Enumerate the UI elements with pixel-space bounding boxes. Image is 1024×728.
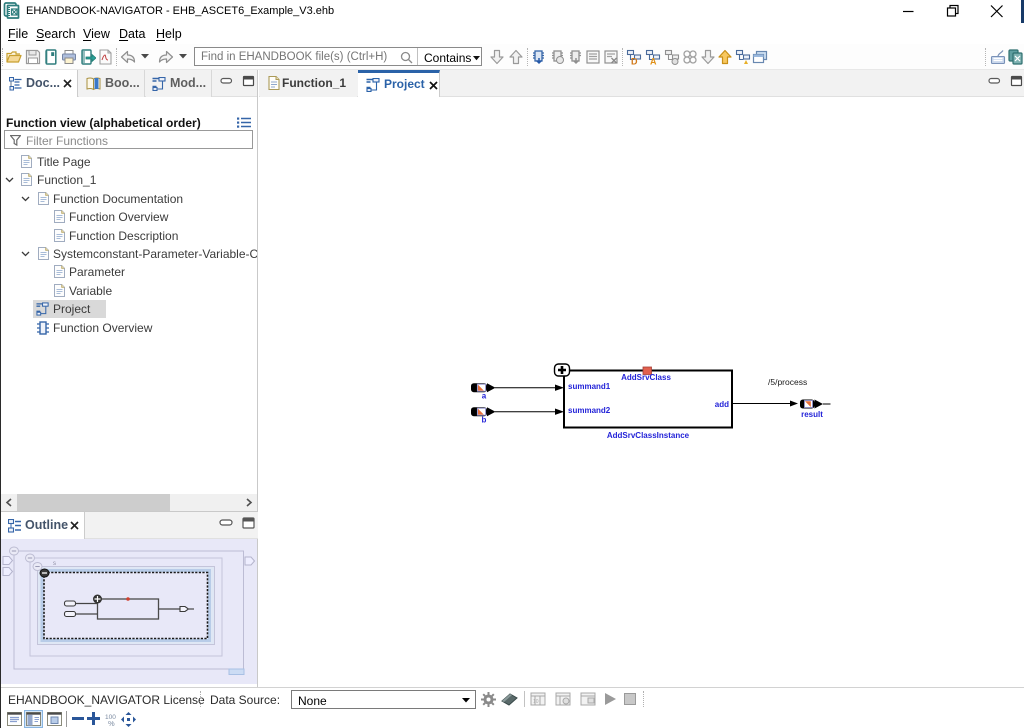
svg-text:b: b — [482, 416, 487, 425]
svg-text:a: a — [482, 392, 487, 401]
svg-text:summand2: summand2 — [568, 406, 611, 415]
svg-text:s: s — [53, 561, 56, 567]
svg-text:AddSrvClass: AddSrvClass — [621, 373, 671, 382]
svg-text:10: 10 — [533, 699, 539, 705]
svg-text:AddSrvClassInstance: AddSrvClassInstance — [607, 431, 690, 440]
svg-text:add: add — [715, 400, 729, 409]
svg-text:summand1: summand1 — [568, 382, 611, 391]
svg-text:D: D — [631, 57, 638, 66]
svg-text:%: % — [108, 719, 115, 727]
svg-text:A: A — [650, 57, 657, 66]
svg-text:result: result — [801, 410, 823, 419]
svg-text:/5/process: /5/process — [768, 377, 807, 387]
